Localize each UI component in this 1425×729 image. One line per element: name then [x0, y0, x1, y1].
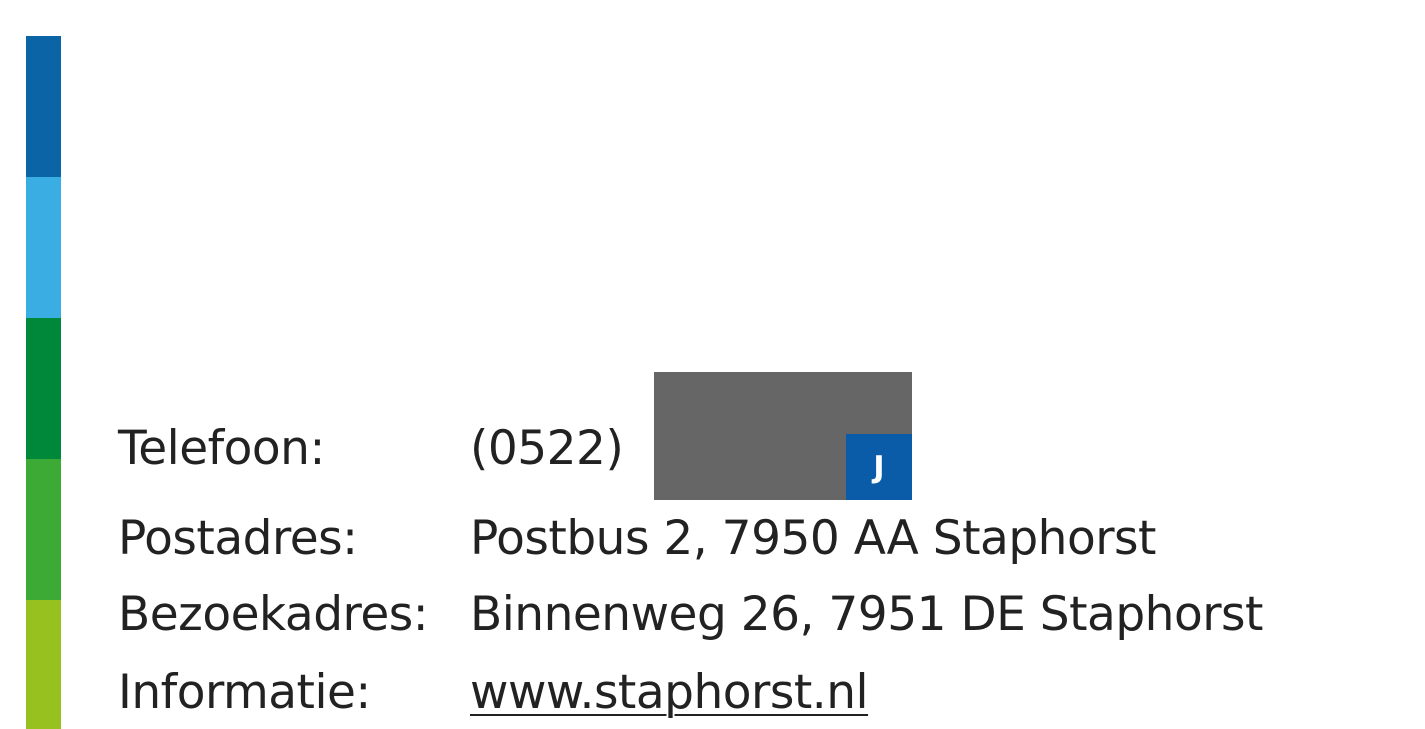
postal-label: Postadres:: [118, 510, 358, 566]
phone-label: Telefoon:: [118, 421, 325, 476]
stripe-segment-dark-green: [26, 318, 61, 459]
redaction-block: J: [654, 372, 912, 500]
contact-row-phone: Telefoon: (0522) J: [118, 372, 1263, 504]
postal-value: Postbus 2, 7950 AA Staphorst: [470, 510, 1156, 566]
stripe-segment-lime: [26, 600, 61, 729]
brand-color-stripe: [26, 36, 61, 729]
stripe-segment-dark-blue: [26, 36, 61, 177]
visit-label: Bezoekadres:: [118, 586, 429, 642]
info-label: Informatie:: [118, 664, 371, 720]
phone-value: (0522): [470, 421, 624, 476]
contact-details: Telefoon: (0522) J Postadres: Postbus 2,…: [118, 372, 1263, 728]
redaction-badge: J: [846, 434, 912, 500]
stripe-segment-light-blue: [26, 177, 61, 318]
stripe-segment-green: [26, 459, 61, 600]
contact-row-visit: Bezoekadres: Binnenweg 26, 7951 DE Staph…: [118, 572, 1263, 656]
website-link[interactable]: www.staphorst.nl: [470, 665, 869, 720]
contact-row-info: Informatie: www.staphorst.nl: [118, 656, 1263, 728]
visit-value: Binnenweg 26, 7951 DE Staphorst: [470, 586, 1263, 642]
contact-row-postal: Postadres: Postbus 2, 7950 AA Staphorst: [118, 504, 1263, 572]
